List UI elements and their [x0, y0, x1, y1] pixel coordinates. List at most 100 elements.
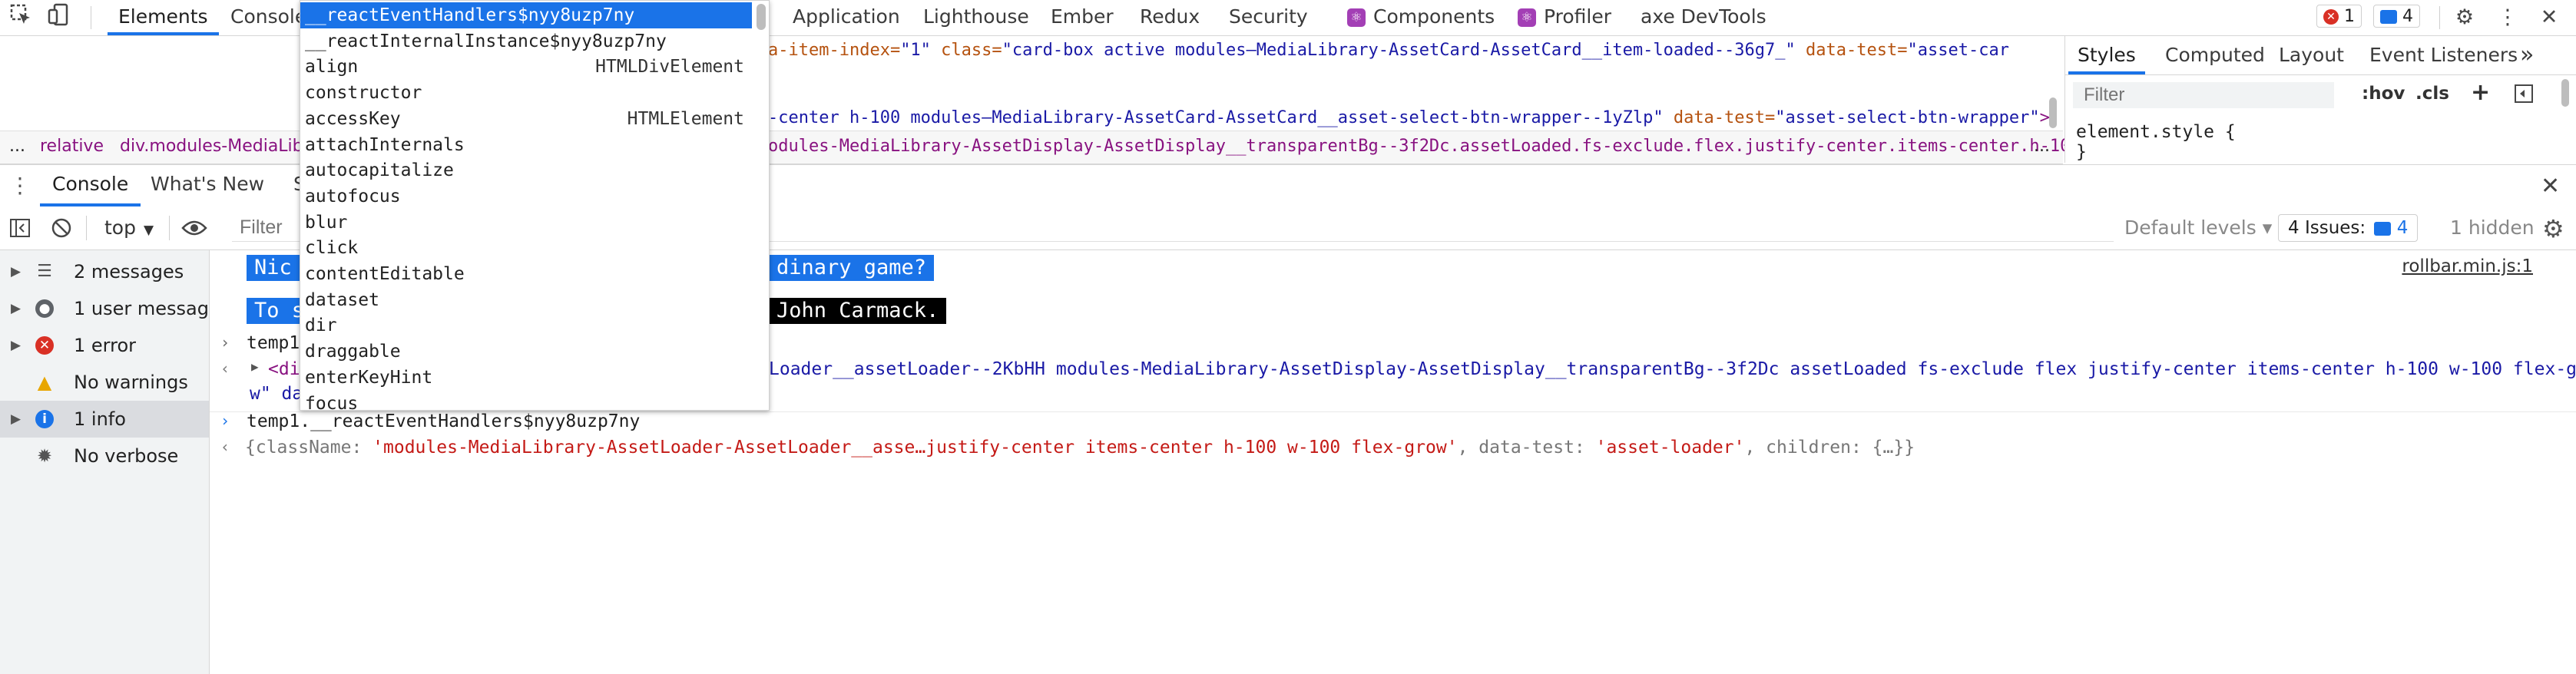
- tab-application[interactable]: Application: [793, 0, 900, 35]
- clear-console-icon[interactable]: [51, 217, 72, 242]
- live-expression-eye-icon[interactable]: [181, 219, 207, 240]
- sidebar-item-info[interactable]: ▶ i 1 info: [0, 401, 209, 438]
- issues-button[interactable]: 4 Issues: 4: [2278, 214, 2419, 242]
- autocomplete-item-name: accessKey: [305, 108, 401, 129]
- autocomplete-item-name: align: [305, 57, 359, 78]
- autocomplete-item-type: HTMLElement: [627, 108, 744, 129]
- expand-triangle-icon[interactable]: ▶: [251, 359, 259, 374]
- autocomplete-item-name: autofocus: [305, 186, 401, 206]
- dom-line-card-box[interactable]: a-item-index="1" class="card-box active …: [768, 41, 2009, 60]
- device-toolbar-icon[interactable]: [45, 3, 74, 32]
- close-devtools-icon[interactable]: ✕: [2535, 3, 2564, 32]
- settings-gear-icon[interactable]: ⚙: [2450, 3, 2479, 32]
- log-levels-dropdown[interactable]: Default levels ▾: [2124, 206, 2272, 249]
- source-link[interactable]: rollbar.min.js:1: [2402, 256, 2533, 276]
- breadcrumb-item-relative[interactable]: relative: [40, 131, 104, 162]
- autocomplete-item-name: focus: [305, 393, 359, 411]
- dom-line-select-wrapper[interactable]: -center h-100 modules—MediaLibrary-Asset…: [768, 108, 2050, 127]
- drawer-tab-whats-new[interactable]: What's New: [151, 165, 264, 206]
- autocomplete-item[interactable]: focus: [300, 391, 752, 411]
- tab-layout[interactable]: Layout: [2279, 36, 2344, 74]
- autocomplete-item[interactable]: enterKeyHint: [300, 365, 752, 391]
- tag-end: >: [2039, 108, 2050, 127]
- breadcrumb-item-div[interactable]: div.modules-MediaLib: [120, 131, 303, 162]
- autocomplete-item[interactable]: __reactInternalInstance$nyy8uzp7ny: [300, 28, 752, 55]
- breadcrumb-more[interactable]: ...: [2034, 131, 2050, 162]
- context-selector[interactable]: top ▼: [104, 206, 154, 249]
- result-text: Loader__assetLoader--2KbHH modules-Media…: [769, 359, 2576, 379]
- inspect-element-icon[interactable]: [6, 3, 35, 32]
- toggle-sidebar-icon[interactable]: [2514, 84, 2534, 108]
- sidebar-item-messages[interactable]: ▶ ☰ 2 messages: [0, 253, 209, 290]
- add-rule-icon[interactable]: +: [2471, 79, 2490, 106]
- element-style-selector: element.style {: [2076, 122, 2236, 142]
- autocomplete-item[interactable]: autocapitalize: [300, 157, 752, 183]
- list-icon: ☰: [37, 262, 52, 281]
- tab-lighthouse[interactable]: Lighthouse: [923, 0, 1029, 35]
- object-open: {className:: [245, 438, 373, 458]
- classname-value: 'modules-MediaLibrary-AssetLoader-AssetL…: [372, 438, 1458, 458]
- autocomplete-item[interactable]: autofocus: [300, 183, 752, 210]
- tab-redux[interactable]: Redux: [1140, 0, 1200, 35]
- styles-filter-input[interactable]: [2073, 82, 2334, 108]
- autocomplete-item-name: dir: [305, 316, 337, 336]
- autocomplete-scrollbar[interactable]: [757, 4, 766, 30]
- tab-computed[interactable]: Computed: [2165, 36, 2265, 74]
- styles-scrollbar[interactable]: [2561, 79, 2569, 107]
- class-toggle-button[interactable]: .cls: [2415, 84, 2449, 104]
- result-object-text: {className: 'modules-MediaLibrary-AssetL…: [245, 438, 1915, 458]
- attr-value: "asset-car: [1907, 41, 2009, 60]
- console-settings-gear-icon[interactable]: ⚙: [2542, 214, 2564, 243]
- autocomplete-item[interactable]: __reactEventHandlers$nyy8uzp7ny: [300, 2, 752, 28]
- input-text: temp1.__reactEventHandlers$nyy8uzp7ny: [247, 411, 641, 431]
- tab-profiler[interactable]: ⚛ Profiler: [1518, 0, 1611, 35]
- dom-scrollbar[interactable]: [2049, 97, 2057, 128]
- sidebar-item-warnings[interactable]: ▲ No warnings: [0, 364, 209, 401]
- attr-name: data-test=: [1663, 108, 1776, 127]
- autocomplete-item[interactable]: draggable: [300, 339, 752, 365]
- close-drawer-icon[interactable]: ✕: [2541, 173, 2560, 200]
- log-banner-1b: dinary game?: [769, 255, 935, 281]
- styles-tabs: Styles Computed Layout Event Listeners »: [2065, 36, 2576, 75]
- autocomplete-item-name: draggable: [305, 342, 401, 362]
- styles-pane: Styles Computed Layout Event Listeners »…: [2064, 36, 2576, 163]
- autocomplete-item[interactable]: click: [300, 235, 752, 261]
- autocomplete-item[interactable]: attachInternals: [300, 132, 752, 158]
- drawer-menu-icon[interactable]: ⋮: [9, 173, 31, 198]
- more-options-icon[interactable]: ⋮: [2493, 3, 2522, 32]
- attr-value: -center h-100 modules—MediaLibrary-Asset…: [768, 108, 1664, 127]
- tab-axe-devtools[interactable]: axe DevTools: [1641, 0, 1766, 35]
- tab-components[interactable]: ⚛ Components: [1347, 0, 1495, 35]
- breadcrumb-item-asset-display[interactable]: odules-MediaLibrary-AssetDisplay-AssetDi…: [768, 131, 2243, 162]
- autocomplete-item[interactable]: constructor: [300, 80, 752, 106]
- message-count-badge[interactable]: 4: [2373, 5, 2420, 28]
- warning-icon: ▲: [37, 372, 52, 393]
- input-chevron-icon: ›: [220, 333, 230, 352]
- error-icon: ✕: [35, 336, 54, 355]
- tab-elements[interactable]: Elements: [108, 0, 219, 35]
- sidebar-item-user-messages[interactable]: ▶ ● 1 user message: [0, 290, 220, 327]
- tab-security[interactable]: Security: [1229, 0, 1308, 35]
- tab-console[interactable]: Console: [230, 0, 306, 35]
- tab-event-listeners[interactable]: Event Listeners: [2369, 36, 2518, 74]
- show-sidebar-icon[interactable]: [9, 217, 31, 242]
- sidebar-item-verbose[interactable]: ✹ No verbose: [0, 438, 209, 474]
- hover-state-button[interactable]: :hov: [2362, 84, 2405, 104]
- autocomplete-item[interactable]: contentEditable: [300, 261, 752, 287]
- autocomplete-dropdown: __reactEventHandlers$nyy8uzp7ny __reactIn…: [300, 0, 770, 411]
- more-tabs-icon[interactable]: »: [2520, 36, 2534, 74]
- object-close: , children: {…}}: [1744, 438, 1915, 458]
- autocomplete-item[interactable]: blur: [300, 210, 752, 236]
- tab-styles[interactable]: Styles: [2068, 36, 2145, 74]
- autocomplete-item[interactable]: dir: [300, 312, 752, 339]
- autocomplete-item[interactable]: align HTMLDivElement: [300, 54, 752, 80]
- tab-ember[interactable]: Ember: [1051, 0, 1114, 35]
- drawer-tab-console[interactable]: Console: [40, 165, 141, 206]
- result-chevron-icon: ‹: [220, 359, 230, 378]
- autocomplete-item[interactable]: dataset: [300, 287, 752, 313]
- autocomplete-item[interactable]: accessKey HTMLElement: [300, 106, 752, 132]
- error-count-badge[interactable]: ✕ 1: [2316, 5, 2362, 28]
- autocomplete-item-name: blur: [305, 212, 348, 233]
- breadcrumb-overflow[interactable]: ...: [9, 131, 25, 162]
- sidebar-item-errors[interactable]: ▶ ✕ 1 error: [0, 327, 209, 364]
